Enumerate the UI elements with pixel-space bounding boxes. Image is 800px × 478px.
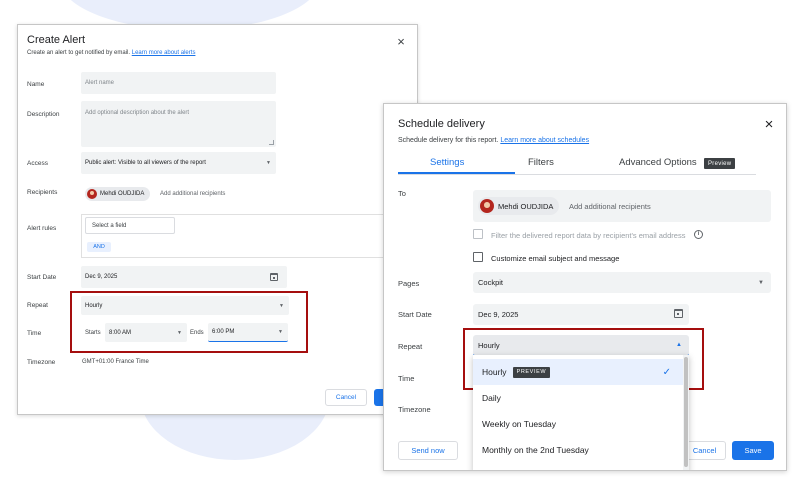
close-icon[interactable]: × [395, 35, 407, 48]
cancel-button[interactable]: Cancel [684, 441, 726, 460]
resize-handle[interactable] [269, 140, 274, 145]
start-date-label: Start Date [398, 310, 432, 319]
timezone-label: Timezone [27, 359, 56, 366]
info-icon[interactable]: i [694, 230, 703, 239]
avatar [87, 189, 97, 199]
end-time-value: 6:00 PM [212, 329, 235, 335]
scrollbar-thumb[interactable] [684, 357, 688, 467]
to-label: To [398, 189, 406, 198]
recipients-label: Recipients [27, 189, 58, 196]
menu-item-weekly[interactable]: Weekly on Tuesday [473, 411, 683, 437]
calendar-icon[interactable] [674, 309, 683, 318]
active-tab-indicator [398, 172, 515, 174]
start-date-input[interactable]: Dec 9, 2025 [473, 304, 689, 325]
caret-down-icon: ▼ [278, 329, 283, 335]
schedule-delivery-dialog: Schedule delivery Schedule delivery for … [383, 103, 787, 471]
pages-value: Cockpit [478, 278, 504, 287]
close-icon[interactable]: × [762, 117, 776, 132]
tab-advanced-options[interactable]: Advanced Options [619, 157, 697, 168]
repeat-label: Repeat [27, 302, 48, 309]
check-icon: ✓ [662, 366, 671, 378]
start-date-value: Dec 9, 2025 [478, 310, 519, 319]
tab-settings[interactable]: Settings [430, 157, 464, 168]
end-time-select[interactable]: 6:00 PM ▼ [208, 323, 288, 342]
repeat-select[interactable]: Hourly ▼ [81, 296, 289, 315]
access-value: Public alert: Visible to all viewers of … [85, 160, 206, 166]
create-alert-dialog: Create Alert Create an alert to get noti… [17, 24, 418, 415]
timezone-value: GMT+01:00 France Time [82, 359, 149, 365]
start-time-select[interactable]: 8:00 AM ▼ [105, 323, 187, 342]
add-recipients-input[interactable]: Add additional recipients [569, 202, 651, 211]
menu-item-daily[interactable]: Daily [473, 385, 683, 411]
save-button[interactable]: Save [732, 441, 774, 460]
caret-down-icon: ▼ [279, 302, 284, 309]
calendar-icon[interactable] [270, 273, 278, 281]
menu-item-hourly[interactable]: Hourly PREVIEW ✓ [473, 359, 683, 385]
access-label: Access [27, 160, 48, 167]
tab-filters[interactable]: Filters [528, 157, 554, 168]
recipient-name: Mehdi OUDJIDA [498, 201, 554, 211]
send-now-button[interactable]: Send now [398, 441, 458, 460]
preview-badge: PREVIEW [512, 366, 551, 378]
repeat-value: Hourly [85, 302, 103, 309]
description-label: Description [27, 111, 60, 118]
create-alert-subtitle: Create an alert to get notified by email… [27, 50, 195, 56]
select-field-dropdown[interactable]: Select a field [85, 217, 175, 234]
name-label: Name [27, 81, 45, 88]
customize-email-checkbox[interactable] [473, 252, 483, 262]
recipient-name: Mehdi OUDJIDA [100, 191, 145, 197]
customize-email-label: Customize email subject and message [491, 254, 620, 263]
recipient-chip[interactable]: Mehdi OUDJIDA [478, 197, 560, 215]
pages-select[interactable]: Cockpit ▼ [473, 272, 771, 293]
repeat-dropdown-menu: Hourly PREVIEW ✓ Daily Weekly on Tuesday… [473, 355, 689, 470]
menu-item-label: Weekly on Tuesday [482, 419, 557, 429]
repeat-label: Repeat [398, 342, 423, 351]
start-date-value: Dec 9, 2025 [85, 274, 118, 280]
filter-by-email-checkbox[interactable] [473, 229, 483, 239]
caret-down-icon: ▼ [758, 279, 764, 286]
access-select[interactable]: Public alert: Visible to all viewers of … [81, 152, 276, 174]
menu-item-label: Daily [482, 393, 501, 403]
menu-item-label: Hourly [482, 367, 507, 377]
alert-name-input[interactable]: Alert name [81, 72, 276, 94]
tab-divider [398, 174, 756, 175]
caret-down-icon: ▼ [266, 160, 271, 166]
learn-more-schedules-link[interactable]: Learn more about schedules [500, 137, 589, 144]
preview-badge: Preview [704, 158, 736, 169]
pages-label: Pages [398, 279, 420, 288]
time-label: Time [27, 330, 42, 337]
subtitle-text: Schedule delivery for this report. [398, 137, 499, 144]
menu-item-label: Monthly on the 2nd Tuesday [482, 445, 589, 455]
repeat-select[interactable]: Hourly ▲ [473, 335, 689, 357]
starts-label: Starts [85, 330, 101, 336]
timezone-label: Timezone [398, 405, 431, 414]
description-textarea[interactable]: Add optional description about the alert [81, 101, 276, 147]
repeat-value: Hourly [478, 340, 500, 350]
recipient-chip[interactable]: Mehdi OUDJIDA [85, 187, 151, 201]
scrollbar-track[interactable] [683, 355, 689, 470]
alert-rules-label: Alert rules [27, 225, 57, 232]
avatar [480, 199, 494, 213]
ends-label: Ends [190, 330, 204, 336]
start-time-value: 8:00 AM [109, 329, 132, 336]
time-label: Time [398, 374, 415, 383]
filter-by-email-label: Filter the delivered report data by reci… [491, 231, 686, 240]
schedule-delivery-title: Schedule delivery [398, 118, 485, 130]
description-placeholder: Add optional description about the alert [85, 110, 190, 116]
and-button[interactable]: AND [87, 242, 111, 252]
start-date-input[interactable]: Dec 9, 2025 [81, 266, 287, 288]
menu-item-monthly[interactable]: Monthly on the 2nd Tuesday [473, 437, 683, 463]
caret-up-icon: ▲ [676, 342, 682, 348]
create-alert-title: Create Alert [27, 34, 86, 46]
subtitle-text: Create an alert to get notified by email… [27, 50, 131, 56]
schedule-delivery-subtitle: Schedule delivery for this report. Learn… [398, 137, 589, 144]
learn-more-alerts-link[interactable]: Learn more about alerts [132, 50, 196, 56]
add-recipients-input[interactable]: Add additional recipients [160, 191, 225, 197]
caret-down-icon: ▼ [177, 329, 182, 336]
cancel-button[interactable]: Cancel [325, 389, 367, 406]
start-date-label: Start Date [27, 274, 57, 281]
